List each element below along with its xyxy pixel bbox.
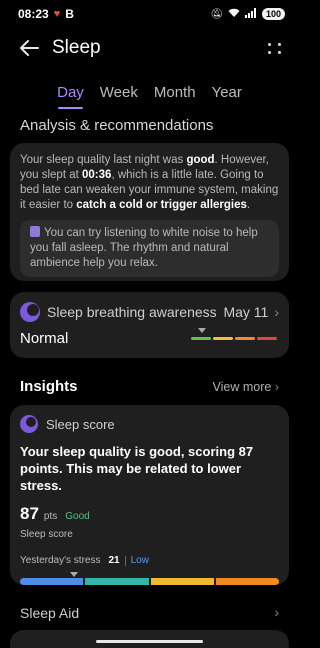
stress-segment-orange bbox=[215, 578, 279, 585]
breathing-title: Sleep breathing awareness bbox=[47, 304, 217, 320]
moon-icon bbox=[20, 302, 40, 322]
mute-icon: 🔕︎ bbox=[210, 8, 223, 20]
tab-week[interactable]: Week bbox=[98, 80, 140, 109]
divider bbox=[124, 555, 126, 566]
signal-icon bbox=[244, 7, 257, 21]
sleep-score-description: Your sleep quality is good, scoring 87 p… bbox=[20, 444, 254, 493]
sleep-aid-label[interactable]: Sleep Aid bbox=[20, 605, 79, 621]
sleep-score-caption: Sleep score bbox=[20, 529, 73, 540]
scale-marker bbox=[198, 328, 206, 333]
stress-label: Yesterday's stress bbox=[20, 555, 101, 566]
app-bar: Sleep bbox=[0, 28, 299, 68]
breathing-date: May 11 bbox=[223, 304, 269, 320]
stress-segment-yellow bbox=[150, 578, 214, 585]
breathing-scale bbox=[191, 328, 277, 340]
sleep-score-label: Sleep score bbox=[46, 416, 115, 432]
more-options-icon[interactable] bbox=[265, 38, 285, 58]
tab-month[interactable]: Month bbox=[152, 80, 198, 109]
health-risk: catch a cold or trigger allergies bbox=[76, 199, 247, 211]
next-card-peek bbox=[10, 630, 289, 648]
battery-badge: 100 bbox=[261, 8, 285, 20]
sleep-score-unit: pts bbox=[43, 511, 58, 522]
scale-segment-red bbox=[257, 337, 277, 340]
sleep-quality: good bbox=[186, 154, 215, 166]
scale-segment-yellow bbox=[213, 337, 233, 340]
bedtime: 00:36 bbox=[82, 169, 112, 181]
scale-segment-orange bbox=[235, 337, 255, 340]
breathing-card[interactable]: Sleep breathing awareness May 11 › Norma… bbox=[10, 292, 289, 358]
chevron-right-icon[interactable]: › bbox=[274, 604, 279, 620]
heart-icon: ♥ bbox=[53, 8, 61, 20]
clock: 08:23 bbox=[18, 7, 49, 21]
stress-level: Low bbox=[130, 555, 149, 566]
moon-icon bbox=[20, 415, 38, 433]
stress-segment-teal bbox=[85, 578, 149, 585]
sleep-score-value: 87 bbox=[20, 504, 39, 523]
view-more-link[interactable]: View more › bbox=[213, 380, 279, 394]
chevron-right-icon: › bbox=[274, 380, 279, 394]
stress-value: 21 bbox=[108, 555, 120, 566]
chevron-right-icon: › bbox=[274, 304, 279, 320]
analysis-heading: Analysis & recommendations bbox=[20, 117, 214, 134]
wifi-icon bbox=[228, 8, 240, 21]
stress-marker bbox=[70, 572, 79, 577]
tab-day[interactable]: Day bbox=[55, 80, 86, 109]
insights-heading: Insights bbox=[20, 378, 78, 395]
sleep-score-card[interactable]: Sleep score Your sleep quality is good, … bbox=[10, 405, 289, 585]
page-title: Sleep bbox=[52, 37, 101, 58]
analysis-card: Your sleep quality last night was good. … bbox=[10, 143, 289, 281]
status-bar: 08:23 ♥ B 🔕︎ 100 bbox=[0, 0, 299, 28]
analysis-text: Your sleep quality last night was good. … bbox=[20, 154, 279, 211]
sleep-score-grade: Good bbox=[65, 511, 90, 522]
home-indicator bbox=[96, 640, 203, 643]
period-tabs: Day Week Month Year bbox=[0, 80, 299, 109]
tip-box: You can try listening to white noise to … bbox=[20, 220, 279, 277]
scale-segment-green bbox=[191, 337, 211, 340]
stress-segment-blue bbox=[20, 578, 84, 585]
tip-text: You can try listening to white noise to … bbox=[30, 227, 258, 269]
status-indicator: B bbox=[65, 7, 74, 21]
back-arrow-icon[interactable] bbox=[18, 37, 40, 59]
stress-bar bbox=[20, 572, 279, 585]
tab-year[interactable]: Year bbox=[210, 80, 244, 109]
note-icon bbox=[30, 226, 40, 237]
